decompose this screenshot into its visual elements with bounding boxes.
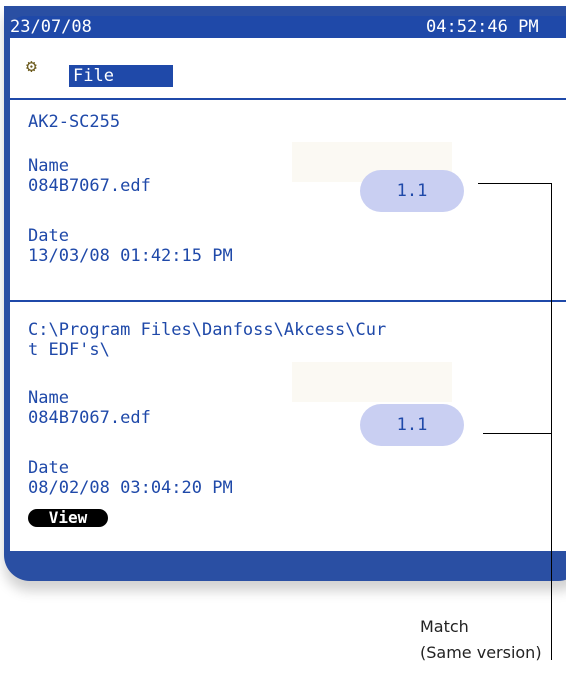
pc-path-line2: t EDF's\: [28, 340, 110, 360]
pc-path-line1: C:\Program Files\Danfoss\Akcess\Cur: [28, 320, 387, 340]
divider-top: [10, 98, 566, 100]
settings-gear-icon[interactable]: ⚙: [26, 56, 37, 77]
controller-name-value: 084B7067.edf: [28, 176, 151, 196]
divider-middle: [10, 300, 566, 302]
screen: ⚙ File AK2-SC255 Name 084B7067.edf 1.1 D…: [10, 38, 566, 551]
view-button[interactable]: View: [28, 509, 108, 527]
connector-vertical: [551, 183, 552, 660]
controller-version-badge: 1.1: [360, 170, 464, 212]
menu-bar: ⚙ File: [10, 38, 566, 98]
status-bar: 23/07/08 04:52:46 PM: [10, 16, 566, 38]
file-menu[interactable]: File: [69, 65, 173, 87]
controller-date-label: Date: [28, 226, 69, 246]
pc-version-badge: 1.1: [360, 404, 464, 446]
pc-date-label: Date: [28, 458, 69, 478]
status-time: 04:52:46 PM: [426, 17, 539, 37]
controller-date-value: 13/03/08 01:42:15 PM: [28, 246, 233, 266]
annotation-line2: (Same version): [420, 643, 542, 662]
controller-device-label: AK2-SC255: [28, 112, 121, 132]
annotation-caption: Match (Same version): [420, 614, 542, 666]
pc-name-label: Name: [28, 388, 69, 408]
pc-date-value: 08/02/08 03:04:20 PM: [28, 478, 233, 498]
annotation-line1: Match: [420, 617, 469, 636]
pc-name-value: 084B7067.edf: [28, 408, 151, 428]
status-date: 23/07/08: [10, 17, 92, 37]
watermark-area-2: [292, 362, 452, 402]
controller-name-label: Name: [28, 156, 69, 176]
connector-top: [478, 183, 551, 184]
connector-bottom: [483, 433, 551, 434]
